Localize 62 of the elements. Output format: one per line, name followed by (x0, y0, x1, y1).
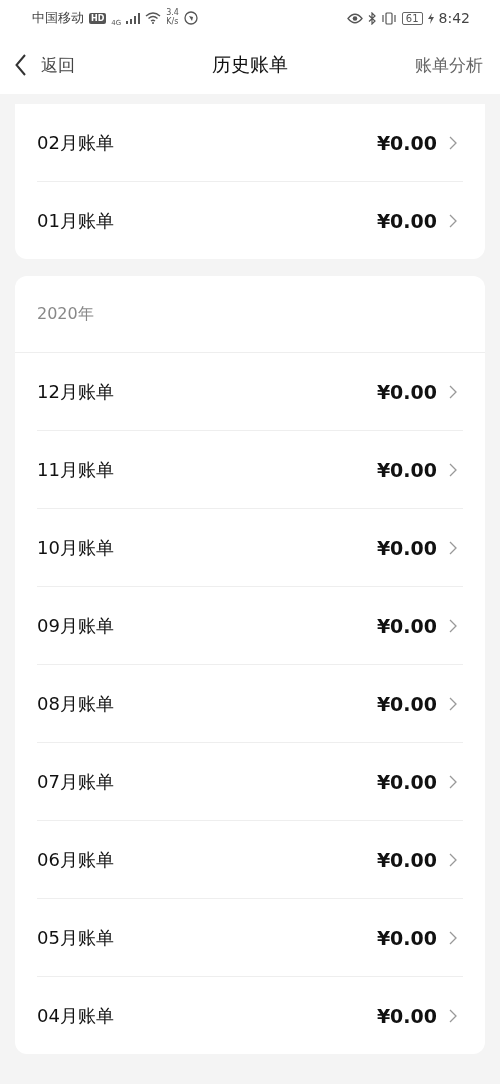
bill-month: 08月账单 (37, 691, 115, 716)
chevron-icon (449, 384, 457, 399)
chevron-icon (449, 540, 457, 555)
vibrate-icon (380, 11, 397, 25)
bill-month: 01月账单 (37, 208, 115, 233)
bill-month: 07月账单 (37, 769, 115, 794)
bill-month: 12月账单 (37, 379, 115, 404)
bill-amount: ¥0.00 (376, 1004, 437, 1027)
bill-amount: ¥0.00 (376, 926, 437, 949)
page-title: 历史账单 (212, 52, 288, 77)
bill-amount: ¥0.00 (376, 770, 437, 793)
year-header: 2020年 (15, 276, 485, 353)
chevron-icon (449, 696, 457, 711)
speed-value: 3.4 (166, 9, 179, 18)
bill-row[interactable]: 01月账单 ¥0.00 (37, 182, 463, 259)
carrier-name: 中国移动 (32, 9, 84, 27)
chevron-icon (449, 774, 457, 789)
bill-row[interactable]: 05月账单 ¥0.00 (37, 899, 463, 977)
hd-badge: HD (89, 12, 107, 24)
back-icon (15, 54, 27, 76)
bill-row[interactable]: 07月账单 ¥0.00 (37, 743, 463, 821)
wifi-icon (145, 12, 162, 24)
eye-icon (346, 12, 363, 24)
bill-row[interactable]: 06月账单 ¥0.00 (37, 821, 463, 899)
bill-month: 06月账单 (37, 847, 115, 872)
bill-month: 05月账单 (37, 925, 115, 950)
bill-row[interactable]: 08月账单 ¥0.00 (37, 665, 463, 743)
bill-row[interactable]: 04月账单 ¥0.00 (37, 977, 463, 1054)
chevron-icon (449, 852, 457, 867)
chevron-icon (449, 462, 457, 477)
chevron-icon (449, 135, 457, 150)
bill-row[interactable]: 11月账单 ¥0.00 (37, 431, 463, 509)
charging-icon (427, 12, 434, 24)
chevron-icon (449, 213, 457, 228)
bill-row[interactable]: 10月账单 ¥0.00 (37, 509, 463, 587)
bill-amount: ¥0.00 (376, 131, 437, 154)
speed-unit: K/s (166, 18, 179, 27)
bill-amount: ¥0.00 (376, 614, 437, 637)
bill-month: 10月账单 (37, 535, 115, 560)
bill-row[interactable]: 02月账单 ¥0.00 (37, 104, 463, 182)
back-button[interactable]: 返回 (15, 53, 75, 77)
bill-month: 11月账单 (37, 457, 115, 482)
chevron-icon (449, 618, 457, 633)
bluetooth-icon (367, 11, 376, 25)
bill-row[interactable]: 09月账单 ¥0.00 (37, 587, 463, 665)
bill-amount: ¥0.00 (376, 458, 437, 481)
bill-month: 04月账单 (37, 1003, 115, 1028)
battery-level: 61 (401, 11, 423, 25)
bill-amount: ¥0.00 (376, 848, 437, 871)
bill-amount: ¥0.00 (376, 380, 437, 403)
bill-amount: ¥0.00 (376, 692, 437, 715)
bill-analysis-button[interactable]: 账单分析 (415, 53, 483, 77)
chevron-icon (449, 930, 457, 945)
compass-icon (183, 11, 198, 25)
bill-row[interactable]: 12月账单 ¥0.00 (37, 353, 463, 431)
bill-month: 09月账单 (37, 613, 115, 638)
signal-icon (126, 12, 141, 24)
bill-month: 02月账单 (37, 130, 115, 155)
chevron-icon (449, 1008, 457, 1023)
clock-time: 8:42 (438, 10, 470, 26)
bill-amount: ¥0.00 (376, 209, 437, 232)
bill-amount: ¥0.00 (376, 536, 437, 559)
